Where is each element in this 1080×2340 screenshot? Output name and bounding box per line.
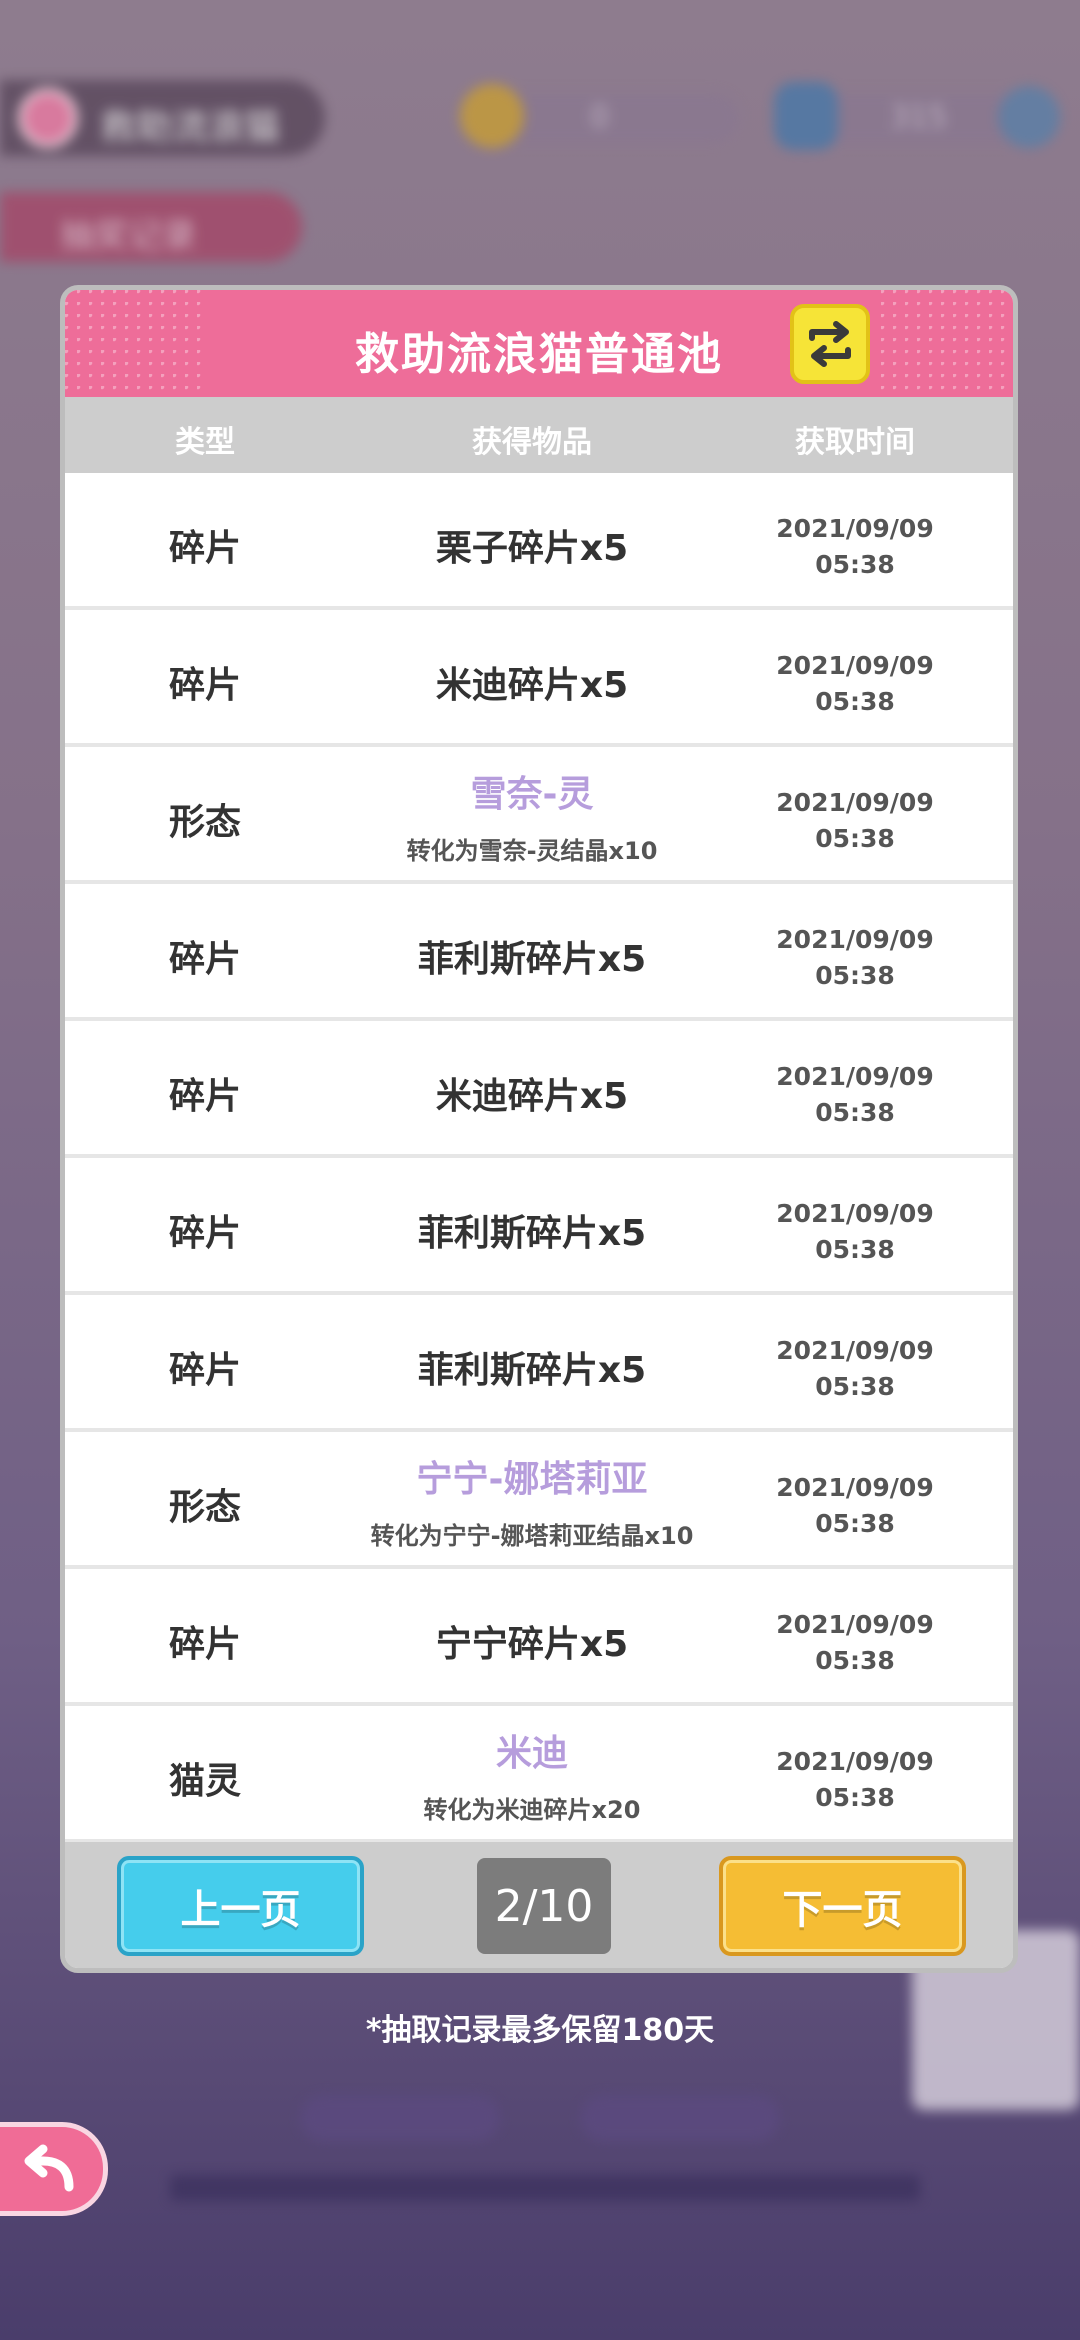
record-row: 碎片 栗子碎片x5 2021/09/09 05:38 bbox=[65, 473, 1013, 606]
record-type: 碎片 bbox=[168, 1213, 242, 1254]
record-time: 2021/09/09 05:38 bbox=[776, 1059, 933, 1131]
record-time: 2021/09/09 05:38 bbox=[776, 511, 933, 583]
record-date: 2021/09/09 bbox=[776, 514, 934, 543]
coin-icon bbox=[460, 84, 524, 148]
record-row: 碎片 米迪碎片x5 2021/09/09 05:38 bbox=[65, 610, 1013, 743]
record-time: 2021/09/09 05:38 bbox=[776, 1607, 933, 1679]
record-clock: 05:38 bbox=[815, 961, 895, 990]
record-type: 碎片 bbox=[168, 939, 242, 980]
bg-coin-counter: 0 bbox=[460, 84, 740, 148]
record-item: 宁宁碎片x5 bbox=[435, 1624, 629, 1665]
record-item: 菲利斯碎片x5 bbox=[417, 1350, 647, 1391]
record-type: 猫灵 bbox=[168, 1761, 242, 1802]
record-row: 碎片 宁宁碎片x5 2021/09/09 05:38 bbox=[65, 1569, 1013, 1702]
record-item: 菲利斯碎片x5 bbox=[417, 939, 647, 980]
record-type: 碎片 bbox=[168, 665, 242, 706]
record-row: 碎片 菲利斯碎片x5 2021/09/09 05:38 bbox=[65, 1295, 1013, 1428]
record-type: 碎片 bbox=[168, 1624, 242, 1665]
record-item: 米迪碎片x5 bbox=[435, 1076, 629, 1117]
swap-arrows-icon bbox=[809, 321, 851, 367]
record-time: 2021/09/09 05:38 bbox=[776, 922, 933, 994]
record-date: 2021/09/09 bbox=[776, 1473, 934, 1502]
back-arrow-icon bbox=[24, 2144, 74, 2192]
record-item-rare: 雪奈-灵 bbox=[470, 774, 594, 815]
bg-cost-b bbox=[580, 2095, 780, 2141]
record-time: 2021/09/09 05:38 bbox=[776, 1470, 933, 1542]
bg-gem-counter: 315 bbox=[774, 82, 1060, 150]
record-row: 形态 宁宁-娜塔莉亚 转化为宁宁-娜塔莉亚结晶x10 2021/09/09 05:… bbox=[65, 1432, 1013, 1565]
record-row: 碎片 菲利斯碎片x5 2021/09/09 05:38 bbox=[65, 884, 1013, 1017]
record-clock: 05:38 bbox=[815, 1098, 895, 1127]
draw-record-dialog: 救助流浪猫普通池 类型 获得物品 获取时间 碎片 栗子碎片x5 2021/09/… bbox=[60, 285, 1018, 1973]
page-indicator: 2/10 bbox=[477, 1858, 611, 1954]
column-header: 类型 获得物品 获取时间 bbox=[65, 397, 1013, 473]
record-time: 2021/09/09 05:38 bbox=[776, 1333, 933, 1405]
record-clock: 05:38 bbox=[815, 550, 895, 579]
record-type: 碎片 bbox=[168, 1350, 242, 1391]
prev-page-button[interactable]: 上一页 bbox=[117, 1856, 364, 1956]
record-type: 形态 bbox=[168, 1487, 242, 1528]
record-date: 2021/09/09 bbox=[776, 1199, 934, 1228]
record-item: 菲利斯碎片x5 bbox=[417, 1213, 647, 1254]
next-page-label: 下一页 bbox=[782, 1887, 903, 1933]
record-clock: 05:38 bbox=[815, 1372, 895, 1401]
dialog-header: 救助流浪猫普通池 bbox=[65, 290, 1013, 397]
bg-note-bar bbox=[170, 2175, 920, 2201]
record-row: 碎片 米迪碎片x5 2021/09/09 05:38 bbox=[65, 1021, 1013, 1154]
record-date: 2021/09/09 bbox=[776, 1747, 934, 1776]
record-item: 栗子碎片x5 bbox=[435, 528, 629, 569]
column-item: 获得物品 bbox=[472, 425, 592, 460]
record-date: 2021/09/09 bbox=[776, 1610, 934, 1639]
record-item-conversion: 转化为雪奈-灵结晶x10 bbox=[406, 837, 658, 865]
record-date: 2021/09/09 bbox=[776, 925, 934, 954]
bg-cost-a bbox=[300, 2095, 500, 2141]
column-time: 获取时间 bbox=[795, 425, 915, 460]
next-page-button[interactable]: 下一页 bbox=[719, 1856, 966, 1956]
record-time: 2021/09/09 05:38 bbox=[776, 1196, 933, 1268]
column-type: 类型 bbox=[175, 425, 235, 460]
bg-record-tab-label: 抽奖记录 bbox=[60, 216, 196, 256]
record-type: 形态 bbox=[168, 802, 242, 843]
record-clock: 05:38 bbox=[815, 1509, 895, 1538]
record-date: 2021/09/09 bbox=[776, 1336, 934, 1365]
record-time: 2021/09/09 05:38 bbox=[776, 648, 933, 720]
plus-icon bbox=[998, 86, 1060, 148]
record-time: 2021/09/09 05:38 bbox=[776, 1744, 933, 1816]
retention-note: *抽取记录最多保留180天 bbox=[365, 2013, 715, 2048]
pagination-bar: 上一页 2/10 下一页 bbox=[65, 1842, 1013, 1968]
record-clock: 05:38 bbox=[815, 1646, 895, 1675]
prev-page-label: 上一页 bbox=[180, 1887, 301, 1933]
record-item-rare: 宁宁-娜塔莉亚 bbox=[416, 1459, 648, 1500]
record-date: 2021/09/09 bbox=[776, 788, 934, 817]
gem-icon bbox=[774, 82, 838, 150]
record-type: 碎片 bbox=[168, 528, 242, 569]
record-clock: 05:38 bbox=[815, 1783, 895, 1812]
bg-record-tab: 抽奖记录 bbox=[0, 192, 302, 262]
record-date: 2021/09/09 bbox=[776, 1062, 934, 1091]
bg-event-title: 救助流浪猫 bbox=[0, 80, 325, 156]
record-row: 形态 雪奈-灵 转化为雪奈-灵结晶x10 2021/09/09 05:38 bbox=[65, 747, 1013, 880]
bg-coin-value: 0 bbox=[590, 100, 610, 135]
record-item-conversion: 转化为宁宁-娜塔莉亚结晶x10 bbox=[370, 1522, 694, 1550]
bg-event-icon bbox=[18, 88, 78, 148]
record-clock: 05:38 bbox=[815, 1235, 895, 1264]
record-date: 2021/09/09 bbox=[776, 651, 934, 680]
bg-event-title-label: 救助流浪猫 bbox=[100, 107, 281, 148]
dialog-title: 救助流浪猫普通池 bbox=[355, 329, 723, 380]
record-row: 猫灵 米迪 转化为米迪碎片x20 2021/09/09 05:38 bbox=[65, 1706, 1013, 1839]
record-time: 2021/09/09 05:38 bbox=[776, 785, 933, 857]
record-row: 碎片 菲利斯碎片x5 2021/09/09 05:38 bbox=[65, 1158, 1013, 1291]
record-item: 米迪碎片x5 bbox=[435, 665, 629, 706]
record-clock: 05:38 bbox=[815, 824, 895, 853]
record-type: 碎片 bbox=[168, 1076, 242, 1117]
bg-gem-value: 315 bbox=[890, 100, 948, 135]
record-clock: 05:38 bbox=[815, 687, 895, 716]
record-item-conversion: 转化为米迪碎片x20 bbox=[423, 1796, 641, 1824]
record-item-rare: 米迪 bbox=[495, 1733, 569, 1774]
back-button[interactable] bbox=[0, 2122, 108, 2216]
switch-pool-button[interactable] bbox=[790, 304, 870, 384]
